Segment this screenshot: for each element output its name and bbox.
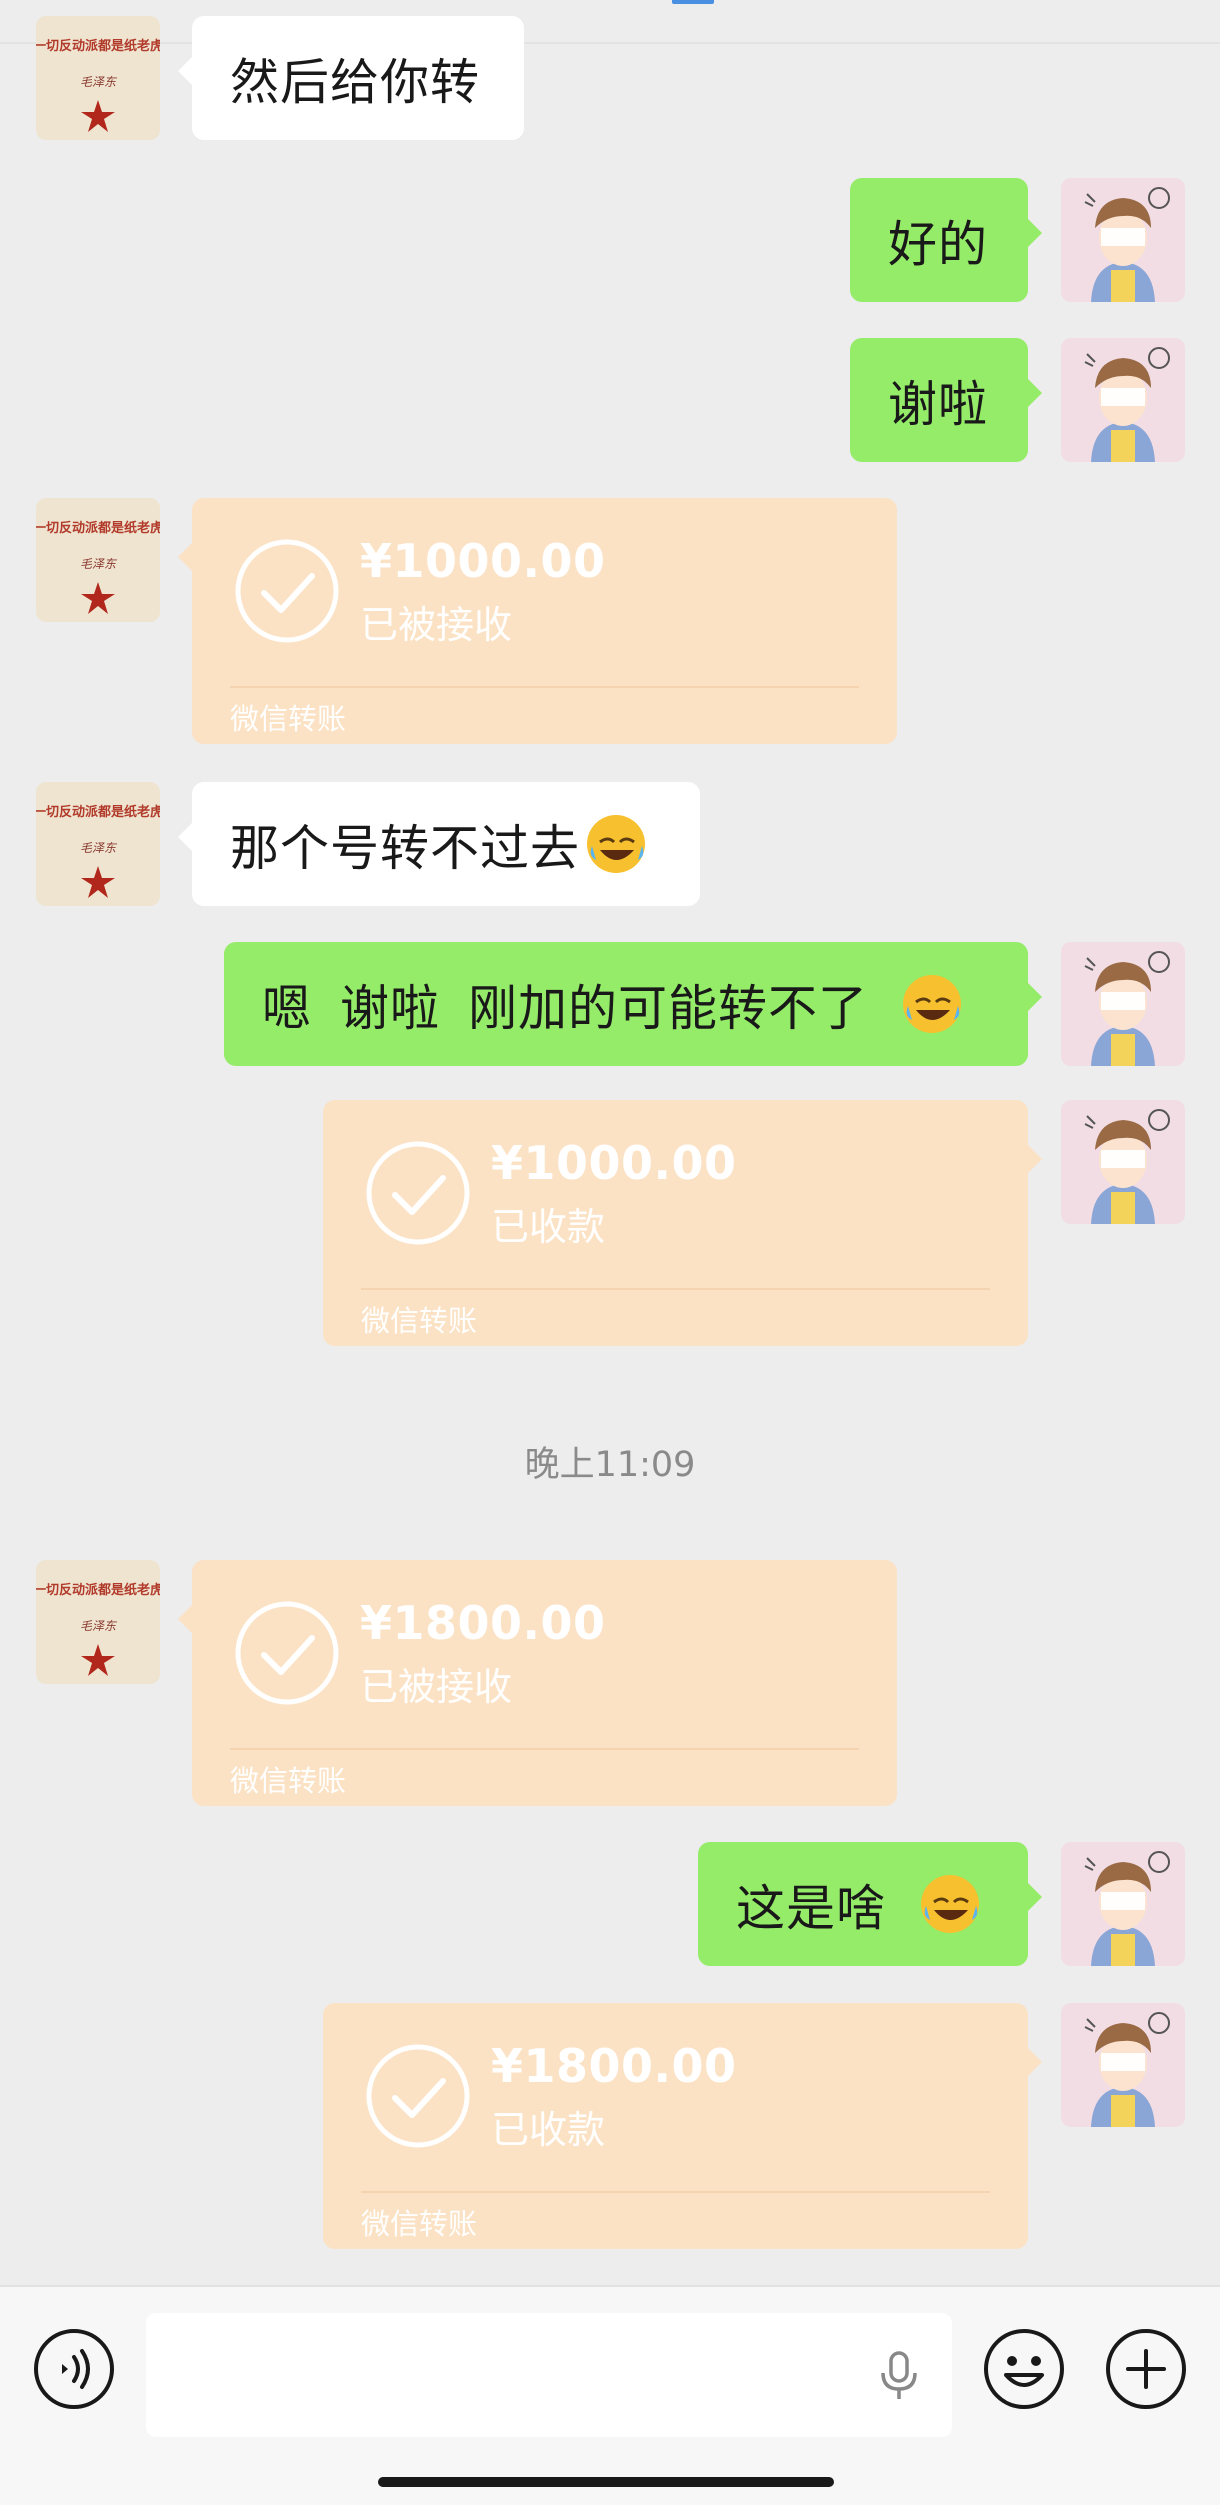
plus-icon[interactable] xyxy=(1104,2327,1188,2411)
svg-text:毛泽东: 毛泽东 xyxy=(80,1619,118,1633)
transfer-card[interactable]: ¥1000.00 已收款 微信转账 xyxy=(323,1100,1042,1346)
emoji-icon[interactable] xyxy=(982,2327,1066,2411)
message-input[interactable] xyxy=(146,2313,952,2437)
rolling-laughing-emoji-icon xyxy=(918,1872,982,1936)
message-bubble-sent[interactable]: 这是啥 xyxy=(698,1842,1042,1966)
transfer-footer: 微信转账 xyxy=(361,1304,478,1338)
card-divider xyxy=(361,2191,990,2193)
message-bubble-sent[interactable]: 好的 xyxy=(850,178,1042,302)
contact-avatar[interactable]: 一切反动派都是纸老虎 毛泽东 xyxy=(36,782,160,906)
message-text: 这是啥 xyxy=(736,1879,887,1937)
transfer-status: 已被接收 xyxy=(360,1665,513,1709)
scroll-indicator xyxy=(672,0,714,4)
message-text: 好的 xyxy=(888,215,989,273)
my-avatar[interactable] xyxy=(1061,942,1185,1066)
svg-text:毛泽东: 毛泽东 xyxy=(80,75,118,89)
message-text-part: 嗯 xyxy=(262,979,313,1037)
my-avatar[interactable] xyxy=(1061,2003,1185,2127)
svg-text:一切反动派都是纸老虎: 一切反动派都是纸老虎 xyxy=(36,804,160,820)
message-text: 谢啦 xyxy=(888,375,989,433)
voice-icon[interactable] xyxy=(32,2327,116,2411)
transfer-footer: 微信转账 xyxy=(361,2207,478,2241)
transfer-amount: ¥1800.00 xyxy=(360,1596,606,1650)
chat-input-bar xyxy=(0,2285,1220,2505)
message-text: 然后给你转 xyxy=(230,53,481,111)
microphone-icon[interactable] xyxy=(871,2347,927,2403)
transfer-footer: 微信转账 xyxy=(230,1764,347,1798)
contact-avatar[interactable]: 一切反动派都是纸老虎 毛泽东 xyxy=(36,1560,160,1684)
transfer-card[interactable]: ¥1800.00 已收款 微信转账 xyxy=(323,2003,1042,2249)
check-circle-icon xyxy=(234,1600,340,1706)
message-bubble-sent[interactable]: 嗯 谢啦 刚加的可能转不了 xyxy=(224,942,1042,1066)
message-bubble-sent[interactable]: 谢啦 xyxy=(850,338,1042,462)
transfer-footer: 微信转账 xyxy=(230,702,347,736)
my-avatar[interactable] xyxy=(1061,338,1185,462)
nav-divider xyxy=(0,42,1220,44)
message-text-part: 刚加的可能转不了 xyxy=(468,979,869,1037)
transfer-amount: ¥1000.00 xyxy=(360,534,606,588)
transfer-status: 已收款 xyxy=(491,2108,606,2152)
transfer-status: 已被接收 xyxy=(360,603,513,647)
check-circle-icon xyxy=(365,1140,471,1246)
rolling-laughing-emoji-icon xyxy=(584,812,648,876)
check-circle-icon xyxy=(234,538,340,644)
svg-text:一切反动派都是纸老虎: 一切反动派都是纸老虎 xyxy=(36,38,160,54)
transfer-amount: ¥1000.00 xyxy=(491,1136,737,1190)
my-avatar[interactable] xyxy=(1061,1842,1185,1966)
transfer-card[interactable]: ¥1000.00 已被接收 微信转账 xyxy=(178,498,897,744)
chat-timestamp: 晚上11:09 xyxy=(524,1445,696,1485)
check-circle-icon xyxy=(365,2043,471,2149)
message-bubble-received[interactable]: 然后给你转 xyxy=(178,16,524,140)
card-divider xyxy=(230,1748,859,1750)
svg-text:毛泽东: 毛泽东 xyxy=(80,841,118,855)
transfer-status: 已收款 xyxy=(491,1205,606,1249)
message-bubble-received[interactable]: 那个号转不过去 xyxy=(178,782,700,906)
svg-text:一切反动派都是纸老虎: 一切反动派都是纸老虎 xyxy=(36,1582,160,1598)
rolling-laughing-emoji-icon xyxy=(900,972,964,1036)
message-text-part: 谢啦 xyxy=(340,979,441,1037)
transfer-amount: ¥1800.00 xyxy=(491,2039,737,2093)
my-avatar[interactable] xyxy=(1061,178,1185,302)
card-divider xyxy=(361,1288,990,1290)
svg-text:毛泽东: 毛泽东 xyxy=(80,557,118,571)
home-indicator xyxy=(378,2477,834,2487)
transfer-card[interactable]: ¥1800.00 已被接收 微信转账 xyxy=(178,1560,897,1806)
contact-avatar[interactable]: 一切反动派都是纸老虎 毛泽东 xyxy=(36,498,160,622)
my-avatar[interactable] xyxy=(1061,1100,1185,1224)
contact-avatar[interactable]: 一切反动派都是纸老虎 毛泽东 xyxy=(36,16,160,140)
svg-text:一切反动派都是纸老虎: 一切反动派都是纸老虎 xyxy=(36,520,160,536)
message-text: 那个号转不过去 xyxy=(230,819,581,877)
card-divider xyxy=(230,686,859,688)
